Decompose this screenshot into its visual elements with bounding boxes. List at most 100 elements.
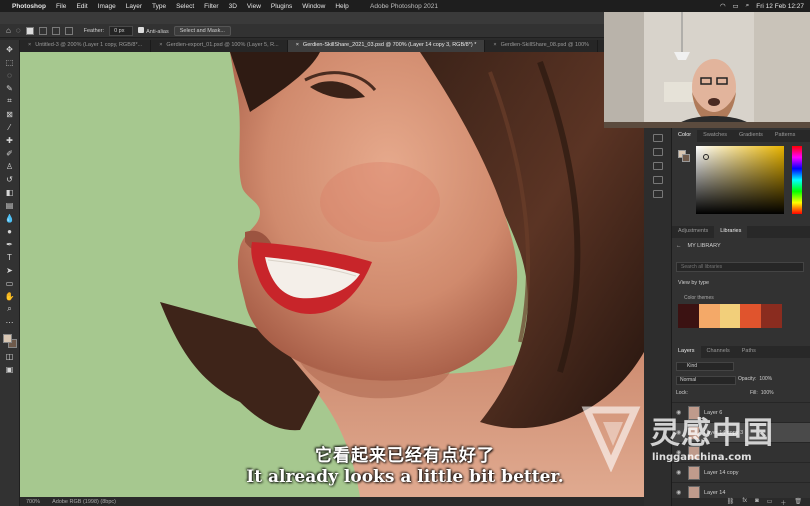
crop-tool-icon[interactable]: ⌗ <box>4 96 16 106</box>
subtract-selection-icon[interactable] <box>51 26 60 35</box>
hue-slider[interactable] <box>792 146 802 214</box>
tab-patterns[interactable]: Patterns <box>769 130 801 142</box>
zoom-tool-icon[interactable]: ⌕ <box>4 304 16 314</box>
menu-select[interactable]: Select <box>176 3 194 10</box>
wifi-icon[interactable]: ◠ <box>720 2 726 10</box>
menu-help[interactable]: Help <box>335 3 348 10</box>
new-group-icon[interactable]: ▭ <box>767 498 773 506</box>
menu-3d[interactable]: 3D <box>229 3 237 10</box>
color-profile[interactable]: Adobe RGB (1998) (8bpc) <box>52 499 116 505</box>
new-layer-icon[interactable]: ＋ <box>780 498 786 506</box>
marquee-tool-icon[interactable]: ⬚ <box>4 57 16 67</box>
fx-icon[interactable]: fx <box>742 498 747 506</box>
layer-name[interactable]: Layer 14 <box>704 490 725 496</box>
character-icon[interactable] <box>652 190 663 198</box>
eyedropper-tool-icon[interactable]: ⁄ <box>4 122 16 132</box>
properties-icon[interactable] <box>652 148 663 156</box>
tab-swatches[interactable]: Swatches <box>697 130 733 142</box>
fill-value[interactable]: 100% <box>761 390 774 396</box>
tab-gerdien-skillshare-03[interactable]: × Gerdien-SkillShare_2021_03.psd @ 700% (… <box>287 40 486 52</box>
tab-libraries[interactable]: Libraries <box>714 226 748 238</box>
menu-type[interactable]: Type <box>152 3 166 10</box>
dodge-tool-icon[interactable]: ● <box>4 226 16 236</box>
back-arrow-icon[interactable]: ← <box>676 243 682 249</box>
lasso-tool-icon[interactable]: ◌ <box>16 26 21 35</box>
quick-mask-icon[interactable]: ◫ <box>4 351 16 361</box>
color-fg-bg-swatch[interactable] <box>678 150 690 162</box>
move-tool-icon[interactable]: ✥ <box>4 44 16 54</box>
tab-gradients[interactable]: Gradients <box>733 130 769 142</box>
tab-untitled-3[interactable]: × Untitled-3 @ 200% (Layer 1 copy, RGB/8*… <box>20 40 152 52</box>
tab-gerdien-export[interactable]: × Gerdien-export_01.psd @ 100% (Layer 5, … <box>151 40 288 52</box>
opacity-control[interactable]: Opacity: 100% <box>738 376 772 382</box>
search-icon[interactable]: ⌕ <box>746 2 750 10</box>
pen-tool-icon[interactable]: ✒ <box>4 239 16 249</box>
menu-file[interactable]: File <box>56 3 66 10</box>
menu-plugins[interactable]: Plugins <box>271 3 292 10</box>
trash-icon[interactable]: 🗑 <box>794 498 802 506</box>
paragraph-icon[interactable] <box>652 176 663 184</box>
tab-channels[interactable]: Channels <box>701 346 736 358</box>
menu-filter[interactable]: Filter <box>204 3 218 10</box>
tab-layers[interactable]: Layers <box>672 346 701 358</box>
home-icon[interactable]: ⌂ <box>6 26 11 35</box>
more-tools-icon[interactable]: ⋯ <box>4 317 16 327</box>
battery-icon[interactable]: ▭ <box>733 2 739 10</box>
history-brush-icon[interactable]: ↺ <box>4 174 16 184</box>
tab-close-icon[interactable]: × <box>159 42 162 50</box>
tab-color[interactable]: Color <box>672 130 698 142</box>
quick-select-tool-icon[interactable]: ✎ <box>4 83 16 93</box>
menu-image[interactable]: Image <box>98 3 116 10</box>
menu-app-name[interactable]: Photoshop <box>12 3 46 10</box>
blend-mode-select[interactable]: Normal <box>676 376 736 385</box>
eraser-tool-icon[interactable]: ◧ <box>4 187 16 197</box>
zoom-level[interactable]: 700% <box>26 499 40 505</box>
new-selection-icon[interactable] <box>25 26 34 35</box>
add-selection-icon[interactable] <box>38 26 47 35</box>
anti-alias-checkbox[interactable]: Anti-alias <box>138 26 169 35</box>
tab-paths[interactable]: Paths <box>736 346 762 358</box>
color-picker-field[interactable] <box>696 146 784 214</box>
library-search-input[interactable]: Search all libraries <box>676 262 804 272</box>
gradient-tool-icon[interactable]: ▤ <box>4 200 16 210</box>
opacity-value[interactable]: 100% <box>759 376 772 382</box>
menu-window[interactable]: Window <box>302 3 325 10</box>
opacity-label: Opacity: <box>738 376 757 382</box>
lasso-tool-icon[interactable]: ◌ <box>4 70 16 80</box>
shape-tool-icon[interactable]: ▭ <box>4 278 16 288</box>
link-layers-icon[interactable]: ⛓ <box>727 498 735 506</box>
clock[interactable]: Fri 12 Feb 12:27 <box>756 3 804 10</box>
tab-adjustments[interactable]: Adjustments <box>672 226 714 238</box>
tab-gerdien-skillshare-08[interactable]: × Gerdien-SkillShare_08.psd @ 100% <box>485 40 599 52</box>
healing-brush-icon[interactable]: ✚ <box>4 135 16 145</box>
hand-tool-icon[interactable]: ✋ <box>4 291 16 301</box>
document-canvas[interactable] <box>20 52 644 497</box>
history-icon[interactable] <box>652 134 663 142</box>
fill-control[interactable]: Fill: 100% <box>750 390 774 396</box>
menu-view[interactable]: View <box>247 3 261 10</box>
frame-tool-icon[interactable]: ⊠ <box>4 109 16 119</box>
mask-icon[interactable]: ◙ <box>755 498 759 506</box>
clone-stamp-icon[interactable]: ♙ <box>4 161 16 171</box>
blur-tool-icon[interactable]: 💧 <box>4 213 16 223</box>
menu-edit[interactable]: Edit <box>76 3 87 10</box>
type-tool-icon[interactable]: T <box>4 252 16 262</box>
brush-tool-icon[interactable]: ✐ <box>4 148 16 158</box>
color-swatches[interactable] <box>2 334 17 348</box>
select-and-mask-button[interactable]: Select and Mask... <box>173 25 231 36</box>
brushes-icon[interactable] <box>652 162 663 170</box>
visibility-eye-icon[interactable]: ◉ <box>676 489 684 496</box>
view-by-select[interactable]: View by type <box>678 280 709 286</box>
layer-kind-filter[interactable]: Kind <box>676 362 734 371</box>
path-select-icon[interactable]: ➤ <box>4 265 16 275</box>
tab-close-icon[interactable]: × <box>296 42 299 50</box>
kind-label: Kind <box>687 363 698 369</box>
feather-input[interactable]: 0 px <box>109 25 134 36</box>
screen-mode-icon[interactable]: ▣ <box>4 364 16 374</box>
color-theme-swatches[interactable] <box>678 304 782 328</box>
menu-layer[interactable]: Layer <box>126 3 142 10</box>
intersect-selection-icon[interactable] <box>64 26 73 35</box>
foreground-color[interactable] <box>2 334 12 343</box>
tab-close-icon[interactable]: × <box>493 42 496 50</box>
tab-close-icon[interactable]: × <box>28 42 31 50</box>
